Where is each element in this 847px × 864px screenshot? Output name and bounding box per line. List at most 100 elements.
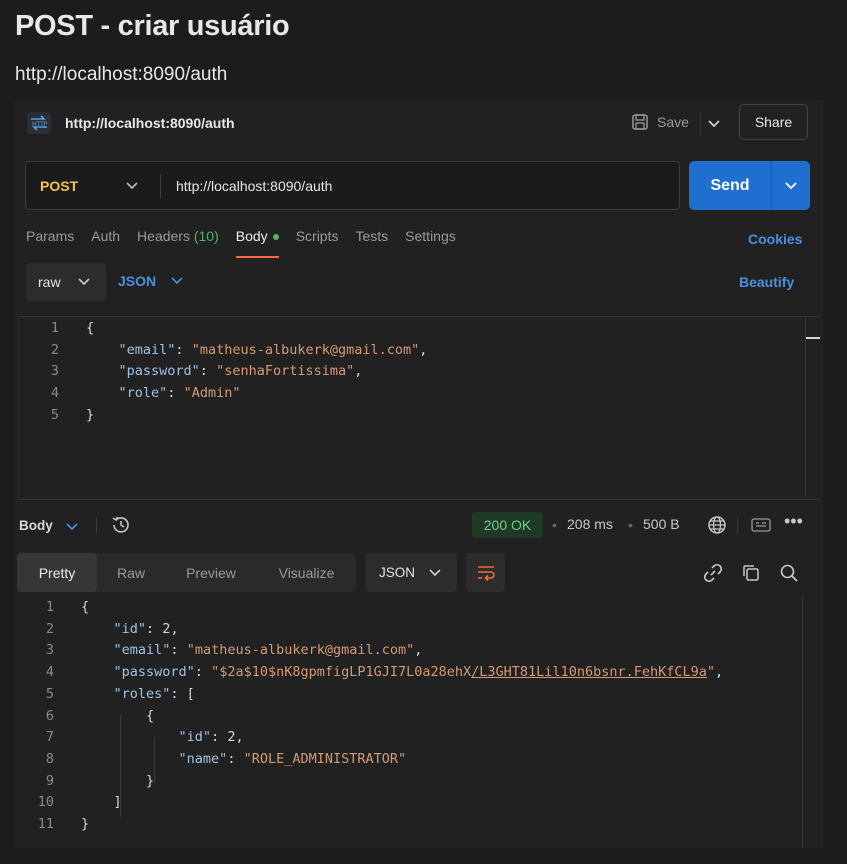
code-token: " [706,664,715,681]
response-scrollbar[interactable] [802,595,823,848]
code-line: ] [81,791,122,813]
editor-scrollbar[interactable] [805,317,820,497]
body-format-select[interactable]: JSON [118,273,183,289]
tab-settings[interactable]: Settings [405,228,456,258]
send-button[interactable]: Send [689,161,771,210]
tab-auth[interactable]: Auth [91,228,120,258]
tab-params[interactable]: Params [26,228,74,258]
code-token: "ROLE_ADMINISTRATOR" [243,750,407,767]
code-token: : [175,341,192,358]
send-options-button[interactable] [772,161,810,210]
line-number: 3 [50,363,59,380]
chevron-down-icon[interactable] [126,177,138,195]
response-time[interactable]: 208 ms [567,516,613,532]
search-icon[interactable] [779,563,799,588]
save-options-button[interactable] [700,112,727,136]
code-token: : [194,664,212,681]
chevron-down-icon[interactable] [66,518,78,536]
history-icon[interactable] [110,514,132,541]
code-line: "password": "$2a$10$nK8gpmfigLP1GJI7L0a2… [81,661,724,683]
tab-raw[interactable]: Raw [97,553,165,592]
tab-body[interactable]: Body [235,228,279,258]
separator-dot: • [628,517,633,533]
tab-headers[interactable]: Headers (10) [137,228,219,258]
response-body-viewer[interactable]: 1 {2 "id": 2, 3 "email": "matheus-albukerk… [14,595,823,848]
divider [96,518,97,534]
chevron-down-icon [785,181,797,189]
request-body-editor[interactable]: 1 {2 "email": "matheus-albukerk@gmail.com… [18,316,820,500]
divider [737,518,738,534]
code-token: "id" [178,729,212,746]
line-number: 2 [50,341,59,358]
line-number: 9 [45,772,54,789]
code-line: "id": 2, [81,618,179,640]
response-format-select[interactable]: JSON [366,553,457,592]
code-line: } [86,404,94,426]
line-number: 2 [45,620,54,637]
chevron-down-icon [77,278,90,286]
tab-preview[interactable]: Preview [165,553,257,592]
code-token: , [419,341,428,358]
response-section-label[interactable]: Body [19,518,53,533]
code-line: "role": "Admin" [86,382,241,404]
code-token: "Admin" [183,385,241,402]
code-line: "id": 2, [81,726,244,748]
code-token: "password" [118,363,200,380]
wrap-lines-button[interactable] [466,553,505,592]
code-token: , [354,363,363,380]
code-token: "role" [118,385,168,402]
request-tabs: Params Auth Headers (10) Body Scripts Te… [26,228,473,258]
tab-scripts[interactable]: Scripts [296,228,339,258]
code-line: "password": "senhaFortissima", [86,360,363,382]
url-bar: POST http://localhost:8090/auth [25,161,680,210]
request-name[interactable]: http://localhost:8090/auth [65,115,235,131]
tab-body-label: Body [235,228,268,244]
method-select[interactable]: POST [40,178,78,194]
body-mode-select[interactable]: raw [26,263,106,301]
code-token: } [81,816,90,832]
save-button[interactable]: Save [631,113,689,131]
link-icon[interactable] [703,563,723,588]
line-number: 4 [50,385,59,402]
code-token: : [227,750,244,767]
body-mode-label: raw [38,274,61,290]
cookies-link[interactable]: Cookies [748,231,802,247]
line-number: 8 [45,750,54,767]
copy-icon[interactable] [741,563,761,588]
globe-icon[interactable] [706,514,728,541]
code-token: } [81,772,155,789]
share-button[interactable]: Share [739,104,808,140]
separator-dot: • [552,517,557,533]
request-topbar: HTTP http://localhost:8090/auth Save Sha… [14,100,823,147]
save-response-icon[interactable] [750,514,772,541]
status-badge[interactable]: 200 OK [472,512,543,538]
tab-visualize[interactable]: Visualize [257,553,356,592]
code-token: { [81,599,90,615]
beautify-button[interactable]: Beautify [739,274,794,290]
tab-headers-label: Headers [137,228,190,244]
body-format-label: JSON [118,273,157,289]
code-line: { [86,317,94,339]
scrollbar-thumb[interactable] [806,337,820,339]
response-size[interactable]: 500 B [643,516,680,532]
code-line: "email": "matheus-albukerk@gmail.com", [81,639,423,661]
code-token: , [715,664,724,681]
line-number: 4 [45,664,54,681]
wrap-icon [477,565,495,581]
code-token: : [146,620,163,637]
more-icon[interactable]: ••• [784,511,803,532]
response-header: Body 200 OK • 208 ms • 500 B ••• [14,508,823,542]
url-input[interactable]: http://localhost:8090/auth [176,178,332,194]
code-token: "id" [113,620,147,637]
code-token: { [86,320,95,336]
tab-tests[interactable]: Tests [355,228,388,258]
code-token: "email" [118,341,176,358]
line-number: 10 [37,794,54,811]
active-dot-icon [272,234,279,241]
tab-pretty[interactable]: Pretty [17,553,97,592]
code-token: : [199,363,217,380]
